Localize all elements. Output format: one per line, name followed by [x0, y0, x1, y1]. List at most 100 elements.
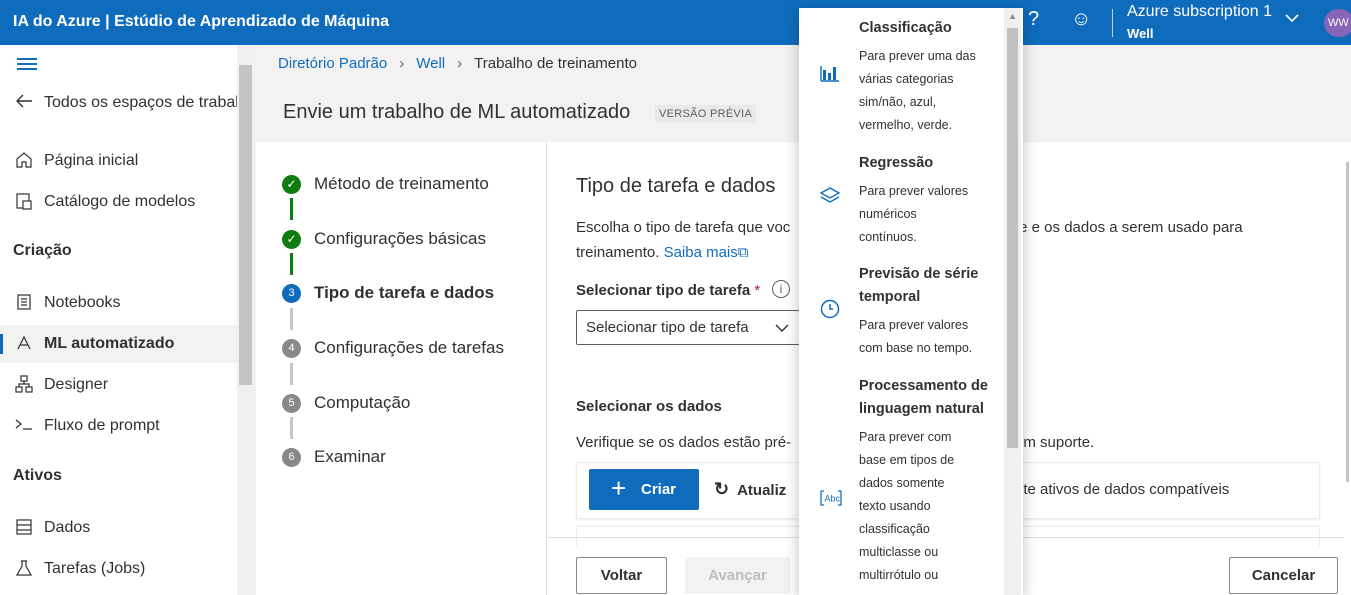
option-desc-line: multirrótulo ou	[859, 568, 939, 582]
nav-back-label: Todos os espaços de trabal	[44, 94, 237, 111]
nav-item-data[interactable]: Dados	[0, 509, 237, 547]
option-desc-line: texto usando	[859, 499, 931, 513]
step-label: Configurações de tarefas	[314, 338, 504, 357]
hamburger-menu-icon[interactable]	[17, 58, 37, 73]
option-desc-line: Para prever valores	[859, 184, 969, 198]
step-number: 4	[282, 339, 301, 358]
nav-model-catalog-label: Catálogo de modelos	[44, 193, 196, 210]
breadcrumb-directory[interactable]: Diretório Padrão	[278, 55, 387, 72]
refresh-label: Atualiz	[737, 482, 787, 499]
bar-chart-icon	[819, 62, 841, 84]
check-icon: ✓	[282, 175, 301, 194]
refresh-button[interactable]: ↻ Atualiz	[714, 479, 786, 500]
breadcrumb-workspace[interactable]: Well	[416, 55, 445, 72]
nav-jobs-label: Tarefas (Jobs)	[44, 560, 146, 577]
app-title[interactable]: IA do Azure | Estúdio de Aprendizado de …	[13, 13, 389, 31]
nav-home-label: Página inicial	[44, 152, 139, 169]
step-number: 6	[282, 448, 301, 467]
task-type-label-text: Selecionar tipo de tarefa	[576, 282, 751, 299]
step-number: 5	[282, 394, 301, 413]
nav-section-assets: Ativos	[13, 467, 62, 484]
help-icon[interactable]: ?	[1028, 8, 1039, 31]
topbar-divider	[1112, 9, 1113, 37]
chevron-right-icon: ›	[457, 55, 463, 72]
arrow-left-icon	[13, 93, 35, 113]
option-desc-line: Para prever valores	[859, 318, 969, 332]
layers-icon	[819, 185, 841, 207]
chevron-right-icon: ›	[399, 55, 405, 72]
task-type-select[interactable]: Selecionar tipo de tarefa	[576, 310, 800, 345]
option-desc-line: sim/não, azul,	[859, 95, 937, 109]
notebook-icon	[13, 293, 35, 315]
scroll-up-icon[interactable]: ▲	[1008, 11, 1017, 21]
breadcrumb-current: Trabalho de treinamento	[474, 55, 638, 72]
automl-icon	[13, 334, 35, 356]
option-desc-line: várias categorias	[859, 72, 954, 86]
nav-item-jobs[interactable]: Tarefas (Jobs)	[0, 550, 237, 588]
option-title: Processamento de	[859, 378, 988, 394]
next-button[interactable]: Avançar	[685, 557, 790, 594]
select-data-description-continued: om suporte.	[1015, 434, 1095, 451]
breadcrumb: Diretório Padrão › Well › Trabalho de treina…	[278, 55, 637, 72]
step-connector	[290, 363, 293, 385]
nav-item-automl[interactable]: ML automatizado	[0, 325, 237, 363]
nav-back-all-workspaces[interactable]: Todos os espaços de trabal	[0, 84, 237, 122]
create-button[interactable]: + Criar	[589, 469, 699, 510]
step-label: Método de treinamento	[314, 174, 489, 193]
flask-icon	[13, 559, 35, 581]
main-scrollbar[interactable]	[1344, 142, 1351, 595]
option-desc-line: Para prever uma das	[859, 49, 976, 63]
page-title: Envie um trabalho de ML automatizado	[283, 101, 631, 123]
check-icon: ✓	[282, 230, 301, 249]
steps-divider	[546, 142, 547, 595]
nav-notebooks-label: Notebooks	[44, 294, 121, 311]
external-link-icon: ⧉	[737, 244, 749, 261]
step-connector	[290, 198, 293, 220]
active-indicator	[0, 334, 3, 354]
dropdown-scroll-thumb[interactable]	[1007, 28, 1018, 448]
feedback-smiley-icon[interactable]: ☺	[1071, 8, 1091, 31]
select-value: Selecionar tipo de tarefa	[586, 319, 749, 336]
directory-name[interactable]: Well	[1127, 26, 1154, 41]
step-label: Computação	[314, 393, 411, 412]
info-icon[interactable]: i	[772, 280, 790, 298]
chevron-down-icon	[774, 317, 790, 340]
left-nav: Todos os espaços de trabal Página inicia…	[0, 45, 237, 595]
required-indicator: *	[754, 282, 761, 299]
catalog-icon	[13, 192, 35, 214]
learn-more-link[interactable]: Saiba mais	[664, 244, 738, 261]
preview-badge: VERSÃO PRÉVIA	[655, 105, 757, 123]
nav-item-home[interactable]: Página inicial	[0, 142, 237, 180]
subscription-name[interactable]: Azure subscription 1	[1127, 3, 1272, 21]
nav-section-create: Criação	[13, 242, 72, 259]
nav-item-designer[interactable]: Designer	[0, 366, 237, 404]
nav-item-notebooks[interactable]: Notebooks	[0, 284, 237, 322]
nav-item-prompt-flow[interactable]: Fluxo de prompt	[0, 407, 237, 445]
text-abc-icon: Abc	[819, 487, 842, 509]
step-label: Configurações básicas	[314, 229, 486, 248]
option-desc-line: contínuos.	[859, 230, 917, 244]
nav-item-model-catalog[interactable]: Catálogo de modelos	[0, 183, 237, 221]
prompt-icon	[13, 416, 35, 436]
nav-automl-label: ML automatizado	[44, 335, 175, 352]
option-desc-line: numéricos	[859, 207, 917, 221]
step-connector	[290, 308, 293, 330]
nav-prompt-flow-label: Fluxo de prompt	[44, 417, 160, 434]
avatar[interactable]: WW	[1324, 9, 1351, 37]
cancel-button[interactable]: Cancelar	[1229, 557, 1338, 594]
step-label: Examinar	[314, 447, 386, 466]
left-nav-scrollbar[interactable]	[237, 45, 254, 595]
option-desc-line: base em tipos de	[859, 453, 955, 467]
chevron-down-icon[interactable]	[1284, 10, 1300, 31]
nav-data-label: Dados	[44, 519, 91, 536]
clock-icon	[819, 298, 841, 320]
desc-text: treinamento.	[576, 244, 660, 261]
back-button[interactable]: Voltar	[576, 557, 667, 594]
step-number: 3	[282, 284, 301, 303]
option-title: Previsão de série	[859, 266, 979, 282]
select-data-description: Verifique se os dados estão pré-	[576, 434, 792, 451]
option-title: linguagem natural	[859, 401, 984, 417]
step-connector	[290, 253, 293, 275]
dropdown-scrollbar[interactable]: ▲	[1004, 8, 1021, 595]
option-desc-line: Para prever com	[859, 430, 952, 444]
